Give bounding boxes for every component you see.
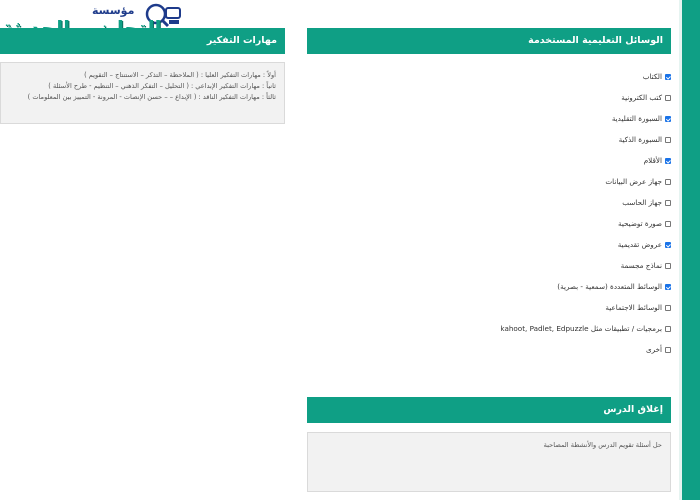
thinking-skills-box[interactable]: أولاً : مهارات التفكير العليا : ( الملاح… bbox=[0, 62, 285, 124]
tool-item-projector[interactable]: جهاز عرض البيانات bbox=[307, 171, 671, 192]
tool-item-presentations[interactable]: عروض تقديمية bbox=[307, 234, 671, 255]
tool-label: الأقلام bbox=[643, 156, 662, 165]
tool-label: الوسائط المتعددة (سمعية - بصرية) bbox=[557, 282, 662, 291]
sidebar-stripe bbox=[682, 0, 700, 500]
tool-label: السبورة التقليدية bbox=[611, 114, 662, 123]
tools-section-title: الوسائل التعليمية المستخدمة bbox=[528, 35, 663, 46]
tool-item-ebooks[interactable]: كتب الكترونية bbox=[307, 87, 671, 108]
tool-item-traditional-board[interactable]: السبورة التقليدية bbox=[307, 108, 671, 129]
tool-label: جهاز الحاسب bbox=[622, 198, 662, 207]
tool-item-smart-board[interactable]: السبورة الذكية bbox=[307, 129, 671, 150]
tool-item-other[interactable]: أخرى bbox=[307, 339, 671, 360]
tool-item-computer[interactable]: جهاز الحاسب bbox=[307, 192, 671, 213]
tool-label: كتب الكترونية bbox=[621, 93, 662, 102]
thinking-line-2: ثانياً : مهارات التفكير الإبداعي : ( الت… bbox=[48, 82, 276, 90]
checkbox[interactable] bbox=[665, 220, 671, 227]
tool-label: السبورة الذكية bbox=[618, 135, 662, 144]
thinking-section-header: مهارات التفكير bbox=[0, 28, 285, 54]
checkbox[interactable] bbox=[665, 73, 671, 80]
checkbox[interactable] bbox=[665, 325, 671, 332]
checkbox[interactable] bbox=[665, 304, 671, 311]
thinking-line-1: أولاً : مهارات التفكير العليا : ( الملاح… bbox=[84, 71, 276, 79]
checkbox[interactable] bbox=[665, 157, 671, 164]
tool-label: الكتاب bbox=[642, 72, 662, 81]
tool-item-book[interactable]: الكتاب bbox=[307, 66, 671, 87]
tool-item-social-media[interactable]: الوسائط الاجتماعية bbox=[307, 297, 671, 318]
checkbox[interactable] bbox=[665, 178, 671, 185]
checkbox[interactable] bbox=[665, 262, 671, 269]
closing-text: حل أسئلة تقويم الدرس والأنشطة المصاحبة bbox=[543, 441, 662, 449]
checkbox[interactable] bbox=[665, 283, 671, 290]
checkbox[interactable] bbox=[665, 94, 671, 101]
tools-section-header: الوسائل التعليمية المستخدمة bbox=[307, 28, 671, 54]
tool-item-multimedia[interactable]: الوسائط المتعددة (سمعية - بصرية) bbox=[307, 276, 671, 297]
tool-item-apps[interactable]: برمجيات / تطبيقات مثل kahoot, Padlet, Ed… bbox=[307, 318, 671, 339]
closing-section-title: إغلاق الدرس bbox=[603, 404, 663, 415]
checkbox[interactable] bbox=[665, 199, 671, 206]
tool-item-models[interactable]: نماذج مجسمة bbox=[307, 255, 671, 276]
thinking-line-3: ثالثاً : مهارات التفكير الناقد : ( الإبد… bbox=[27, 93, 276, 101]
tool-label: عروض تقديمية bbox=[617, 240, 662, 249]
closing-section-header: إغلاق الدرس bbox=[307, 397, 671, 423]
tool-label: برمجيات / تطبيقات مثل kahoot, Padlet, Ed… bbox=[500, 324, 662, 333]
tool-label: جهاز عرض البيانات bbox=[605, 177, 662, 186]
checkbox[interactable] bbox=[665, 241, 671, 248]
thinking-section-title: مهارات التفكير bbox=[206, 35, 277, 46]
tool-item-illustration[interactable]: صورة توضيحية bbox=[307, 213, 671, 234]
checkbox[interactable] bbox=[665, 346, 671, 353]
closing-text-box[interactable]: حل أسئلة تقويم الدرس والأنشطة المصاحبة bbox=[307, 432, 671, 492]
tool-label: أخرى bbox=[645, 345, 662, 354]
tool-label: نماذج مجسمة bbox=[620, 261, 662, 270]
tool-label: الوسائط الاجتماعية bbox=[605, 303, 662, 312]
tool-label: صورة توضيحية bbox=[618, 219, 662, 228]
tools-checklist: الكتاب كتب الكترونية السبورة التقليدية ا… bbox=[307, 66, 671, 360]
tool-item-pens[interactable]: الأقلام bbox=[307, 150, 671, 171]
checkbox[interactable] bbox=[665, 136, 671, 143]
checkbox[interactable] bbox=[665, 115, 671, 122]
